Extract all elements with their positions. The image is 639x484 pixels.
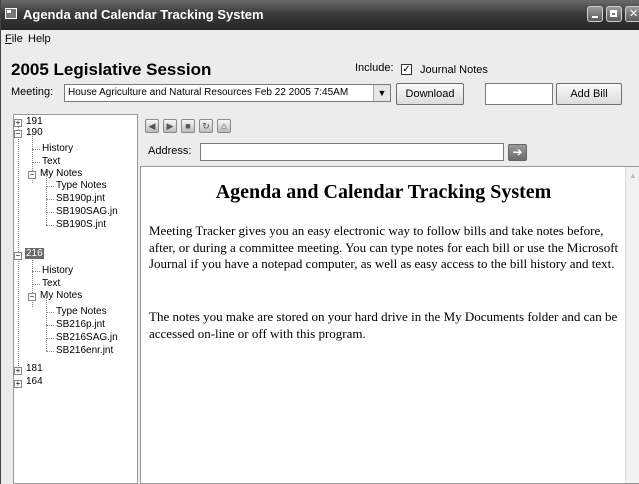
tree-connector [46, 297, 47, 351]
include-label: Include: [355, 62, 394, 74]
go-arrow-icon[interactable]: ➔ [508, 144, 527, 161]
tree-node-190-text[interactable]: Text [42, 156, 60, 167]
tree-connector [32, 162, 40, 163]
tree-connector [46, 312, 54, 313]
tree-node-164[interactable]: 164 [26, 376, 43, 387]
collapse-icon[interactable]: − [14, 252, 22, 260]
add-bill-button[interactable]: Add Bill [556, 83, 622, 105]
address-label: Address: [148, 145, 192, 157]
expand-icon[interactable]: + [14, 380, 22, 388]
tree-connector [32, 284, 40, 285]
tree-node-216-history[interactable]: History [42, 265, 73, 276]
menu-help[interactable]: Help [28, 33, 51, 45]
maximize-button[interactable] [606, 6, 622, 22]
tree-node-216-file[interactable]: SB216p.jnt [56, 319, 105, 330]
tree-node-216-my-notes[interactable]: My Notes [40, 290, 82, 301]
expand-icon[interactable]: + [14, 119, 22, 127]
title-bar[interactable]: Agenda and Calendar Tracking System [1, 0, 639, 30]
tree-connector [46, 199, 54, 200]
tree-node-191[interactable]: 191 [26, 116, 43, 127]
window-title: Agenda and Calendar Tracking System [23, 7, 264, 22]
tree-node-216-type-notes[interactable]: Type Notes [56, 306, 107, 317]
tree-node-216-file[interactable]: SB216enr.jnt [56, 345, 113, 356]
tree-connector [46, 225, 54, 226]
journal-notes-label[interactable]: Journal Notes [420, 64, 488, 76]
tree-connector [46, 212, 54, 213]
content-paragraph: Meeting Tracker gives you an easy electr… [149, 223, 619, 271]
tree-node-181[interactable]: 181 [26, 363, 43, 374]
tree-connector [32, 271, 40, 272]
menu-file-mnemonic: F [5, 33, 12, 45]
tree-node-190-type-notes[interactable]: Type Notes [56, 180, 107, 191]
tree-connector [32, 149, 40, 150]
tree-connector [46, 351, 54, 352]
tree-connector [46, 186, 54, 187]
expand-icon[interactable]: + [14, 367, 22, 375]
content-scrollbar[interactable]: ▲ [625, 167, 639, 483]
browser-content: Agenda and Calendar Tracking System Meet… [140, 166, 639, 484]
close-button[interactable] [625, 6, 639, 22]
stop-icon[interactable]: ■ [181, 119, 195, 133]
address-input[interactable] [200, 143, 504, 161]
bill-number-input[interactable] [485, 83, 553, 105]
menu-file-label: ile [11, 33, 23, 45]
tree-node-190-file[interactable]: SB190p.jnt [56, 193, 105, 204]
browser-toolbar: ◀ ▶ ■ ↻ ⌂ Address: ➔ [140, 114, 639, 166]
content-heading: Agenda and Calendar Tracking System [215, 181, 552, 203]
collapse-icon[interactable]: − [28, 171, 36, 179]
tree-connector [46, 338, 54, 339]
tree-connector [46, 171, 47, 225]
download-button[interactable]: Download [396, 83, 464, 105]
bill-tree[interactable]: + 191 − 190 History Text − My Notes Type… [13, 114, 138, 484]
chevron-down-icon[interactable]: ▼ [373, 85, 390, 101]
tree-node-216-file[interactable]: SB216SAG.jn [56, 332, 118, 343]
tree-node-216[interactable]: 216 [25, 248, 44, 259]
tree-node-216-text[interactable]: Text [42, 278, 60, 289]
content-paragraph: The notes you make are stored on your ha… [149, 309, 618, 341]
tree-node-190-file[interactable]: SB190SAG.jn [56, 206, 118, 217]
menu-file[interactable]: File [5, 33, 23, 45]
tree-node-190-file[interactable]: SB190S.jnt [56, 219, 106, 230]
tree-connector [18, 124, 19, 374]
menu-bar: File Help [1, 30, 639, 50]
collapse-icon[interactable]: − [14, 130, 22, 138]
tree-node-190-history[interactable]: History [42, 143, 73, 154]
forward-icon[interactable]: ▶ [163, 119, 177, 133]
back-icon[interactable]: ◀ [145, 119, 159, 133]
meeting-label: Meeting: [11, 86, 54, 98]
minimize-button[interactable] [587, 6, 603, 22]
tree-node-190[interactable]: 190 [26, 127, 43, 138]
tree-node-190-my-notes[interactable]: My Notes [40, 168, 82, 179]
tree-connector [46, 325, 54, 326]
session-title: 2005 Legislative Session [11, 60, 212, 79]
scroll-up-icon[interactable]: ▲ [629, 171, 637, 180]
app-window-icon [5, 8, 17, 19]
journal-notes-checkbox[interactable]: ✓ [401, 64, 412, 75]
meeting-select-value: House Agriculture and Natural Resources … [68, 87, 349, 98]
home-icon[interactable]: ⌂ [217, 119, 231, 133]
app-window: Agenda and Calendar Tracking System File… [0, 0, 639, 484]
refresh-icon[interactable]: ↻ [199, 119, 213, 133]
meeting-select[interactable]: House Agriculture and Natural Resources … [64, 84, 391, 102]
collapse-icon[interactable]: − [28, 293, 36, 301]
